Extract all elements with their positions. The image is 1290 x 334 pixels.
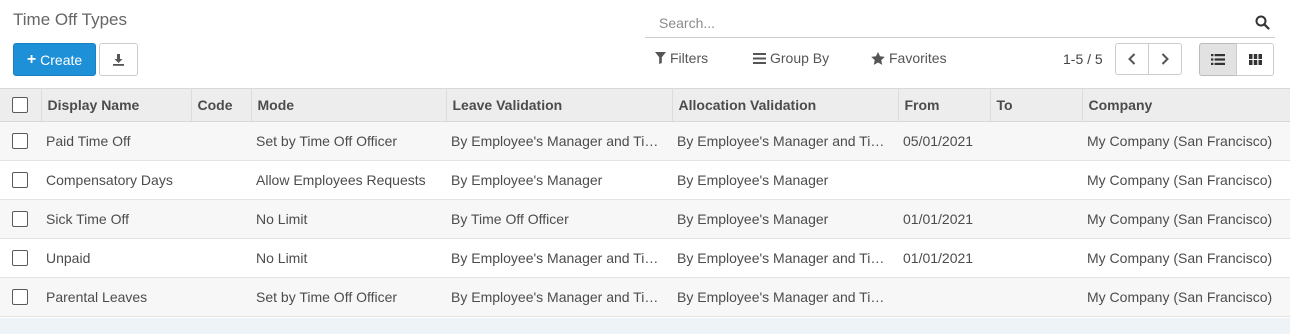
chevron-left-icon xyxy=(1128,53,1136,65)
row-checkbox[interactable] xyxy=(12,250,28,266)
kanban-view-button[interactable] xyxy=(1236,43,1274,76)
star-icon xyxy=(871,51,885,65)
cell-mode: No Limit xyxy=(256,211,308,227)
cell-company: My Company (San Francisco) xyxy=(1087,289,1273,305)
cell-to xyxy=(990,122,1082,161)
cell-mode: No Limit xyxy=(256,250,308,266)
page-title: Time Off Types xyxy=(13,10,128,29)
column-header-company[interactable]: Company xyxy=(1082,88,1290,122)
column-header-from[interactable]: From xyxy=(898,88,991,122)
cell-leave-validation: By Time Off Officer xyxy=(451,211,569,227)
cell-to xyxy=(990,200,1082,239)
group-by-label: Group By xyxy=(770,50,830,66)
create-button-label: Create xyxy=(40,51,83,68)
row-select-cell xyxy=(0,122,41,161)
chevron-right-icon xyxy=(1161,53,1169,65)
list-view-button[interactable] xyxy=(1199,43,1237,76)
cell-leave-validation: By Employee's Manager xyxy=(451,172,603,188)
table-row[interactable]: Unpaid No Limit By Employee's Manager an… xyxy=(0,239,1290,278)
row-checkbox[interactable] xyxy=(12,172,28,188)
cell-allocation-validation: By Employee's Manager and Time Off Offic… xyxy=(677,250,898,266)
bars-icon xyxy=(753,52,766,64)
filter-icon xyxy=(655,52,666,64)
select-all-cell xyxy=(0,88,42,122)
cell-code xyxy=(191,278,251,317)
favorites-label: Favorites xyxy=(889,50,947,66)
export-button[interactable] xyxy=(99,43,138,76)
create-button[interactable]: + Create xyxy=(13,43,96,76)
cell-to xyxy=(990,161,1082,200)
cell-company: My Company (San Francisco) xyxy=(1087,172,1273,188)
group-by-dropdown[interactable]: Group By xyxy=(753,50,829,66)
cell-allocation-validation: By Employee's Manager and Time Off Offic… xyxy=(677,133,898,149)
list-icon xyxy=(1211,54,1225,65)
control-panel: Time Off Types + Create Filters Group By xyxy=(0,0,1290,88)
cell-code xyxy=(191,200,251,239)
column-header-leave-validation[interactable]: Leave Validation xyxy=(446,88,673,122)
cell-display-name: Compensatory Days xyxy=(46,172,173,188)
filters-dropdown[interactable]: Filters xyxy=(655,50,708,66)
cell-to xyxy=(990,239,1082,278)
cell-leave-validation: By Employee's Manager and Time Off Offic… xyxy=(451,133,672,149)
row-checkbox[interactable] xyxy=(12,289,28,305)
cell-allocation-validation: By Employee's Manager xyxy=(677,172,829,188)
column-header-to[interactable]: To xyxy=(990,88,1083,122)
table-row[interactable]: Compensatory Days Allow Employees Reques… xyxy=(0,161,1290,200)
cell-from xyxy=(898,161,990,200)
pager-value[interactable]: 1-5 / 5 xyxy=(1063,51,1103,67)
time-off-types-table: Display Name Code Mode Leave Validation … xyxy=(0,88,1290,317)
cell-company: My Company (San Francisco) xyxy=(1087,250,1273,266)
cell-display-name: Sick Time Off xyxy=(46,211,129,227)
cell-allocation-validation: By Employee's Manager and Time Off Offic… xyxy=(677,289,898,305)
filters-label: Filters xyxy=(670,50,709,66)
row-select-cell xyxy=(0,200,41,239)
cell-from: 01/01/2021 xyxy=(903,250,974,266)
plus-icon: + xyxy=(26,50,37,68)
favorites-dropdown[interactable]: Favorites xyxy=(871,50,947,66)
row-select-cell xyxy=(0,239,41,278)
cell-to xyxy=(990,278,1082,317)
cell-from: 05/01/2021 xyxy=(903,133,974,149)
pager-previous-button[interactable] xyxy=(1115,43,1149,75)
kanban-icon xyxy=(1248,54,1262,65)
cell-mode: Allow Employees Requests xyxy=(256,172,426,188)
list-footer xyxy=(0,318,1290,334)
table-row[interactable]: Parental Leaves Set by Time Off Officer … xyxy=(0,277,1290,317)
table-row[interactable]: Sick Time Off No Limit By Time Off Offic… xyxy=(0,199,1290,239)
search-input[interactable] xyxy=(659,13,1219,33)
cell-company: My Company (San Francisco) xyxy=(1087,211,1273,227)
cell-mode: Set by Time Off Officer xyxy=(256,133,398,149)
row-select-cell xyxy=(0,161,41,200)
table-row[interactable]: Paid Time Off Set by Time Off Officer By… xyxy=(0,121,1290,161)
column-header-display-name[interactable]: Display Name xyxy=(41,88,192,122)
search-icon[interactable] xyxy=(1255,15,1270,33)
row-checkbox[interactable] xyxy=(12,133,28,149)
cell-leave-validation: By Employee's Manager and Time Off Offic… xyxy=(451,250,672,266)
pager-next-button[interactable] xyxy=(1148,43,1182,75)
cell-code xyxy=(191,239,251,278)
select-all-checkbox[interactable] xyxy=(12,97,28,113)
search-bar xyxy=(645,8,1275,38)
cell-leave-validation: By Employee's Manager and Time Off Offic… xyxy=(451,289,672,305)
cell-from: 01/01/2021 xyxy=(903,211,974,227)
column-header-allocation-validation[interactable]: Allocation Validation xyxy=(672,88,899,122)
cell-company: My Company (San Francisco) xyxy=(1087,133,1273,149)
cell-display-name: Paid Time Off xyxy=(46,133,131,149)
cell-display-name: Unpaid xyxy=(46,250,91,266)
cell-code xyxy=(191,161,251,200)
cell-display-name: Parental Leaves xyxy=(46,289,148,305)
cell-allocation-validation: By Employee's Manager xyxy=(677,211,829,227)
row-select-cell xyxy=(0,278,41,317)
row-checkbox[interactable] xyxy=(12,211,28,227)
cell-from xyxy=(898,278,990,317)
column-header-code[interactable]: Code xyxy=(191,88,252,122)
column-header-mode[interactable]: Mode xyxy=(251,88,447,122)
cell-mode: Set by Time Off Officer xyxy=(256,289,398,305)
cell-code xyxy=(191,122,251,161)
table-header: Display Name Code Mode Leave Validation … xyxy=(0,88,1290,122)
download-icon xyxy=(113,54,124,66)
